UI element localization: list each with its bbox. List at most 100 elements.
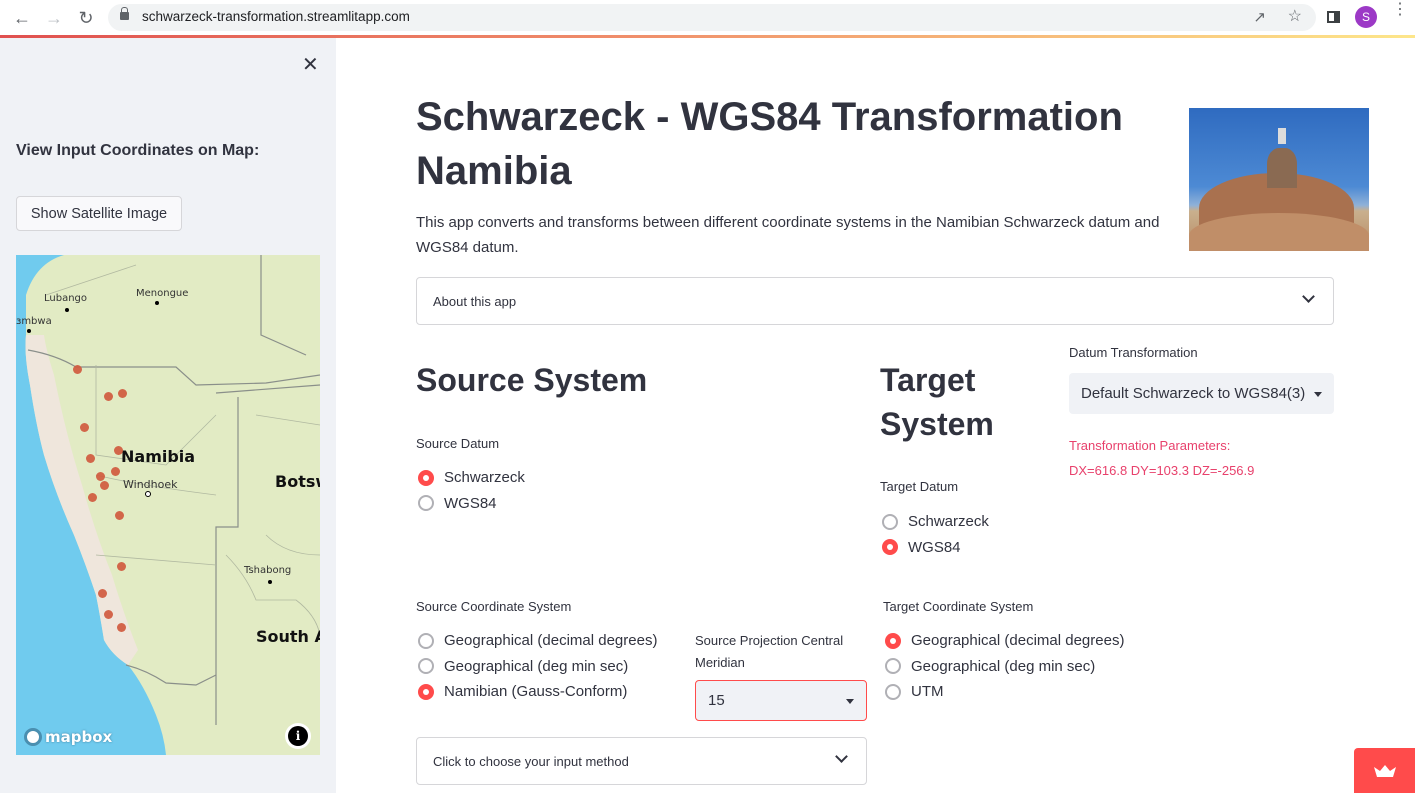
- radio-checked-icon: [885, 632, 901, 649]
- map-marker[interactable]: [88, 493, 97, 502]
- show-satellite-button[interactable]: Show Satellite Image: [16, 196, 182, 231]
- source-cs-option[interactable]: Geographical (deg min sec): [418, 654, 657, 680]
- schwarzeck-beacon-image: [1189, 108, 1369, 251]
- source-cs-option[interactable]: Namibian (Gauss-Conform): [418, 679, 657, 705]
- target-cs-radio-group: Geographical (decimal degrees) Geographi…: [885, 628, 1124, 705]
- map-marker[interactable]: [111, 467, 120, 476]
- input-method-expander[interactable]: Click to choose your input method: [416, 737, 867, 785]
- map-label-tshabong: Tshabong: [244, 565, 292, 576]
- sidebar-heading: View Input Coordinates on Map:: [16, 142, 260, 159]
- caret-down-icon: [846, 698, 854, 704]
- meridian-value: 15: [708, 692, 725, 709]
- params-values: DX=616.8 DY=103.3 DZ=-256.9: [1069, 463, 1255, 478]
- map-label-lubango: Lubango: [44, 293, 88, 304]
- source-system-heading: Source System: [416, 362, 648, 398]
- radio-unchecked-icon: [418, 632, 434, 649]
- radio-unchecked-icon: [418, 658, 434, 675]
- chevron-down-icon: [1302, 290, 1315, 303]
- source-cs-radio-group: Geographical (decimal degrees) Geographi…: [418, 628, 657, 705]
- mapbox-wordmark: mapbox: [45, 728, 113, 746]
- mapbox-icon: [24, 728, 42, 746]
- target-cs-option[interactable]: Geographical (decimal degrees): [885, 628, 1124, 654]
- map-label-namibe: ɜmbwa: [16, 316, 52, 327]
- map-marker[interactable]: [96, 472, 105, 481]
- option-label: WGS84: [444, 494, 497, 512]
- target-datum-option[interactable]: Schwarzeck: [882, 509, 989, 535]
- map-marker[interactable]: [80, 423, 89, 432]
- option-label: UTM: [911, 683, 944, 701]
- profile-avatar[interactable]: S: [1355, 6, 1377, 28]
- page-title: Schwarzeck - WGS84 Transformation Namibi…: [416, 95, 1123, 193]
- chevron-down-icon: [835, 750, 848, 763]
- target-datum-label: Target Datum: [880, 479, 959, 494]
- map-label-menongue: Menongue: [136, 288, 189, 299]
- source-datum-option[interactable]: Schwarzeck: [418, 465, 525, 491]
- option-label: Schwarzeck: [444, 469, 525, 487]
- radio-unchecked-icon: [885, 683, 901, 700]
- side-panel-icon[interactable]: [1327, 11, 1340, 23]
- map-marker[interactable]: [117, 623, 126, 632]
- source-datum-radio-group: Schwarzeck WGS84: [418, 465, 525, 516]
- radio-unchecked-icon: [885, 658, 901, 675]
- capital-icon: [145, 491, 151, 497]
- target-datum-option[interactable]: WGS84: [882, 535, 989, 561]
- main-content: Schwarzeck - WGS84 Transformation Namibi…: [336, 38, 1415, 793]
- source-datum-option[interactable]: WGS84: [418, 491, 525, 517]
- map-marker[interactable]: [114, 446, 123, 455]
- meridian-select[interactable]: 15: [695, 680, 867, 721]
- option-label: Geographical (deg min sec): [911, 657, 1096, 675]
- target-system-heading: Target System: [880, 362, 994, 442]
- menu-dots-icon[interactable]: ⋮: [1392, 2, 1408, 18]
- back-arrow-icon[interactable]: ←: [10, 6, 34, 30]
- source-cs-option[interactable]: Geographical (decimal degrees): [418, 628, 657, 654]
- about-expander[interactable]: About this app: [416, 277, 1334, 325]
- params-title: Transformation Parameters:: [1069, 438, 1231, 453]
- map-label-windhoek: Windhoek: [123, 478, 178, 491]
- url-text[interactable]: schwarzeck-transformation.streamlitapp.c…: [142, 9, 410, 24]
- radio-checked-icon: [418, 469, 434, 486]
- city-dot: [27, 329, 31, 333]
- transformation-parameters: Transformation Parameters: DX=616.8 DY=1…: [1069, 433, 1254, 483]
- datum-transformation-select[interactable]: Default Schwarzeck to WGS84(3): [1069, 373, 1334, 414]
- map-marker[interactable]: [104, 610, 113, 619]
- city-dot: [65, 308, 69, 312]
- radio-checked-icon: [418, 683, 434, 700]
- option-label: Geographical (decimal degrees): [911, 632, 1125, 650]
- map-label-namibia: Namibia: [121, 447, 196, 466]
- forward-arrow-icon[interactable]: →: [42, 6, 66, 30]
- map[interactable]: Lubango Menongue ɜmbwa Namibia Windhoek …: [16, 255, 320, 755]
- option-label: Schwarzeck: [908, 513, 989, 531]
- option-label: Geographical (deg min sec): [444, 657, 629, 675]
- close-icon[interactable]: ✕: [302, 52, 319, 77]
- target-cs-label: Target Coordinate System: [883, 599, 1034, 614]
- star-icon[interactable]: ☆: [1288, 6, 1302, 26]
- map-marker[interactable]: [73, 365, 82, 374]
- mapbox-logo[interactable]: mapbox: [24, 728, 112, 746]
- streamlit-badge[interactable]: [1354, 748, 1415, 793]
- target-datum-radio-group: Schwarzeck WGS84: [882, 509, 989, 560]
- map-background: [16, 255, 320, 755]
- map-marker[interactable]: [117, 562, 126, 571]
- target-cs-option[interactable]: UTM: [885, 679, 1124, 705]
- info-icon[interactable]: i: [288, 726, 308, 746]
- share-icon[interactable]: ↗: [1253, 8, 1266, 26]
- map-marker[interactable]: [118, 389, 127, 398]
- browser-toolbar: ← → ↻ schwarzeck-transformation.streamli…: [0, 0, 1415, 35]
- city-dot: [155, 301, 159, 305]
- map-label-botswana: Botsw: [275, 472, 320, 491]
- map-marker[interactable]: [104, 392, 113, 401]
- option-label: Namibian (Gauss-Conform): [444, 683, 628, 701]
- radio-checked-icon: [882, 539, 898, 556]
- map-label-south-africa: South Af: [256, 627, 320, 646]
- map-marker[interactable]: [100, 481, 109, 490]
- option-label: WGS84: [908, 538, 961, 556]
- source-datum-label: Source Datum: [416, 436, 500, 451]
- target-cs-option[interactable]: Geographical (deg min sec): [885, 654, 1124, 680]
- map-marker[interactable]: [98, 589, 107, 598]
- intro-text: This app converts and transforms between…: [416, 214, 1160, 256]
- map-marker[interactable]: [86, 454, 95, 463]
- radio-unchecked-icon: [418, 495, 434, 512]
- map-marker[interactable]: [115, 511, 124, 520]
- address-bar[interactable]: schwarzeck-transformation.streamlitapp.c…: [108, 4, 1316, 31]
- reload-icon[interactable]: ↻: [74, 6, 98, 30]
